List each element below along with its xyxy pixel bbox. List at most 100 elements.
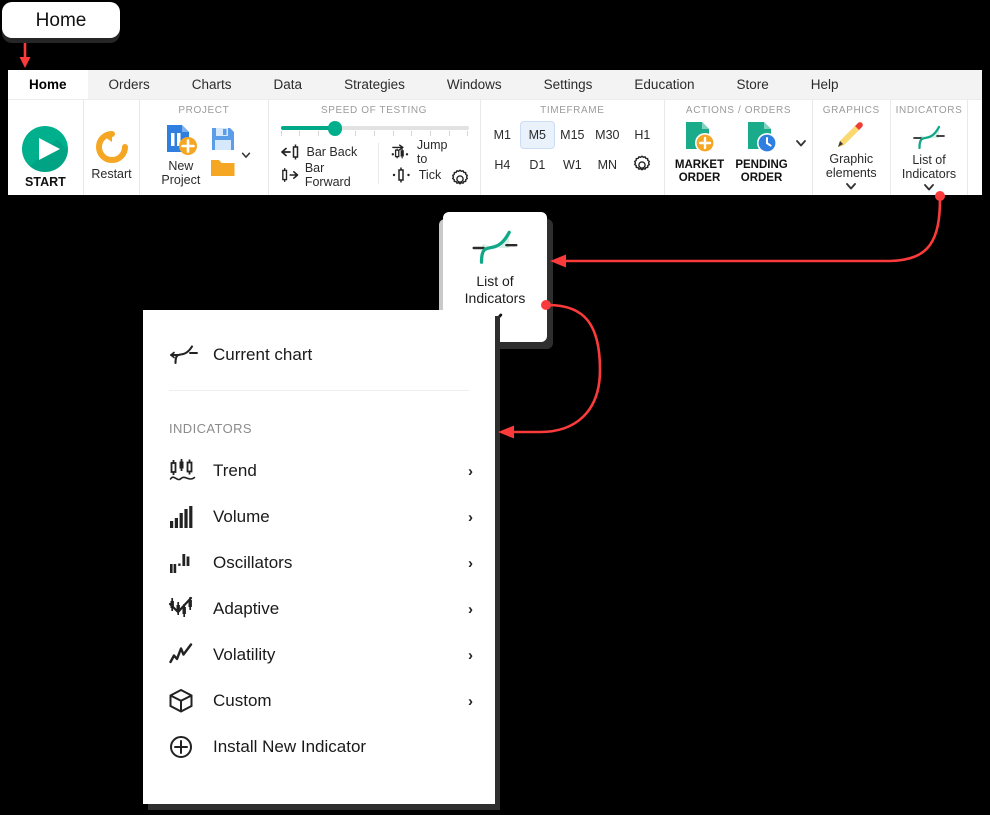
graphics-chevron-down-icon[interactable]	[844, 181, 858, 191]
restart-button-label: Restart	[91, 167, 132, 181]
menu-item-trend[interactable]: Trend ›	[143, 448, 495, 494]
tab-orders[interactable]: Orders	[88, 70, 171, 99]
group-title-graphics: GRAPHICS	[822, 105, 880, 116]
play-icon[interactable]	[22, 126, 69, 172]
indicator-curve-icon	[472, 230, 518, 264]
current-chart-icon	[169, 344, 199, 366]
tab-home-label: Home	[29, 77, 67, 92]
timeframe-w1[interactable]: W1	[555, 151, 590, 179]
indicators-chevron-down-icon[interactable]	[922, 182, 936, 192]
ribbon-group-graphics: GRAPHICS Graphic elements	[813, 100, 891, 195]
tab-education[interactable]: Education	[613, 70, 715, 99]
timeframe-h1[interactable]: H1	[625, 121, 660, 149]
timeframe-h4[interactable]: H4	[485, 151, 520, 179]
menu-item-volatility[interactable]: Volatility ›	[143, 632, 495, 678]
tab-windows[interactable]: Windows	[426, 70, 523, 99]
floppy-save-icon[interactable]	[210, 126, 236, 152]
menu-section-header: INDICATORS	[169, 421, 252, 436]
timeframe-m1[interactable]: M1	[485, 121, 520, 149]
tick-icon	[392, 167, 410, 183]
speed-slider-handle[interactable]	[327, 121, 342, 136]
speed-slider[interactable]	[280, 120, 469, 138]
tab-orders-label: Orders	[108, 77, 150, 92]
market-order-button[interactable]: MARKET ORDER	[670, 120, 730, 185]
chevron-down-icon[interactable]	[240, 148, 252, 162]
ribbon-group-start: START	[8, 100, 84, 195]
tab-help[interactable]: Help	[790, 70, 860, 99]
tab-data[interactable]: Data	[253, 70, 324, 99]
market-order-label-line1: MARKET	[674, 159, 725, 171]
tab-home[interactable]: Home	[8, 70, 88, 99]
gear-icon	[634, 155, 651, 171]
speed-settings-gear-icon[interactable]	[450, 169, 470, 189]
tab-strategies[interactable]: Strategies	[323, 70, 426, 99]
tab-education-label: Education	[634, 77, 695, 92]
menu-item-volume-label: Volume	[213, 507, 270, 526]
tab-charts[interactable]: Charts	[171, 70, 253, 99]
tick-button[interactable]: Tick	[391, 166, 458, 184]
new-project-button[interactable]: New Project	[156, 122, 206, 187]
tab-strategies-label: Strategies	[344, 77, 405, 92]
graphic-elements-label-line1: Graphic	[829, 152, 874, 166]
menu-item-oscillators[interactable]: Oscillators ›	[143, 540, 495, 586]
bar-back-button[interactable]: Bar Back	[280, 143, 368, 161]
timeframe-m5[interactable]: M5	[519, 121, 555, 149]
timeframe-d1[interactable]: D1	[520, 151, 555, 179]
bar-forward-button[interactable]: Bar Forward	[281, 161, 368, 189]
bar-back-icon	[280, 144, 298, 160]
pending-order-button[interactable]: PENDING ORDER	[732, 120, 792, 185]
bar-forward-icon	[281, 168, 298, 182]
timeframe-m15[interactable]: M15	[555, 121, 590, 149]
menu-item-custom[interactable]: Custom ›	[143, 678, 495, 724]
folder-open-icon[interactable]	[210, 157, 236, 179]
menu-item-adaptive[interactable]: Adaptive ›	[143, 586, 495, 632]
chevron-right-icon: ›	[468, 692, 473, 710]
group-title-indicators: INDICATORS	[895, 105, 963, 116]
market-order-icon	[685, 122, 715, 153]
menu-item-volume[interactable]: Volume ›	[143, 494, 495, 540]
ribbon-group-actions-orders: ACTIONS / ORDERS MARKET ORDER PENDING OR…	[665, 100, 813, 195]
chevron-right-icon: ›	[468, 554, 473, 572]
adaptive-icon	[169, 596, 199, 622]
list-of-indicators-label-line1: List of	[912, 153, 946, 167]
timeframe-row-2: H4 D1 W1 MN	[485, 151, 660, 179]
pending-order-label-line2: ORDER	[740, 172, 783, 184]
actions-chevron-down-icon[interactable]	[794, 136, 808, 150]
timeframe-settings[interactable]	[625, 151, 660, 179]
menu-item-install-label: Install New Indicator	[213, 737, 367, 756]
group-title-timeframe: TIMEFRAME	[540, 105, 605, 116]
ribbon-group-timeframe: TIMEFRAME M1 M5 M15 M30 H1 H4 D1 W1 MN	[481, 100, 666, 195]
tab-settings[interactable]: Settings	[523, 70, 614, 99]
jump-to-icon	[391, 144, 408, 159]
timeframe-mn[interactable]: MN	[590, 151, 625, 179]
bar-forward-label: Bar Forward	[304, 161, 351, 189]
speed-slider-ticks	[280, 131, 469, 137]
timeframe-m30[interactable]: M30	[590, 121, 625, 149]
indicators-dropdown-menu: Current chart INDICATORS Trend › Volume …	[143, 310, 495, 804]
ribbon-group-restart: Restart	[84, 100, 141, 195]
pencil-icon	[838, 122, 864, 147]
menu-item-install-new-indicator[interactable]: Install New Indicator	[143, 724, 495, 770]
ribbon-tab-bar: Home Orders Charts Data Strategies Windo…	[8, 70, 982, 100]
restart-icon[interactable]	[95, 130, 129, 164]
new-project-label-line1: New	[168, 159, 194, 173]
ribbon-body: START Restart PROJECT New Project SPEED …	[8, 100, 982, 195]
graphic-elements-button[interactable]: Graphic elements	[826, 121, 877, 191]
speed-slider-fill	[280, 126, 334, 130]
ribbon-group-overflow	[968, 100, 982, 195]
timeframe-row-1: M1 M5 M15 M30 H1	[485, 121, 660, 149]
ribbon-window: Home Orders Charts Data Strategies Windo…	[8, 70, 982, 195]
group-title-actions: ACTIONS / ORDERS	[685, 105, 792, 116]
card-label-line1: List of	[476, 273, 514, 289]
menu-item-custom-label: Custom	[213, 691, 272, 710]
pending-order-label-line1: PENDING	[735, 159, 788, 171]
start-button-label: START	[25, 175, 66, 189]
tab-data-label: Data	[273, 77, 303, 92]
jump-to-button[interactable]: Jump to	[391, 138, 458, 166]
tab-store[interactable]: Store	[715, 70, 789, 99]
group-title-start-empty	[44, 104, 47, 118]
menu-item-current-chart[interactable]: Current chart	[143, 332, 495, 378]
list-of-indicators-button[interactable]: List of Indicators	[902, 124, 956, 192]
chevron-right-icon: ›	[468, 646, 473, 664]
trend-icon	[169, 458, 199, 484]
